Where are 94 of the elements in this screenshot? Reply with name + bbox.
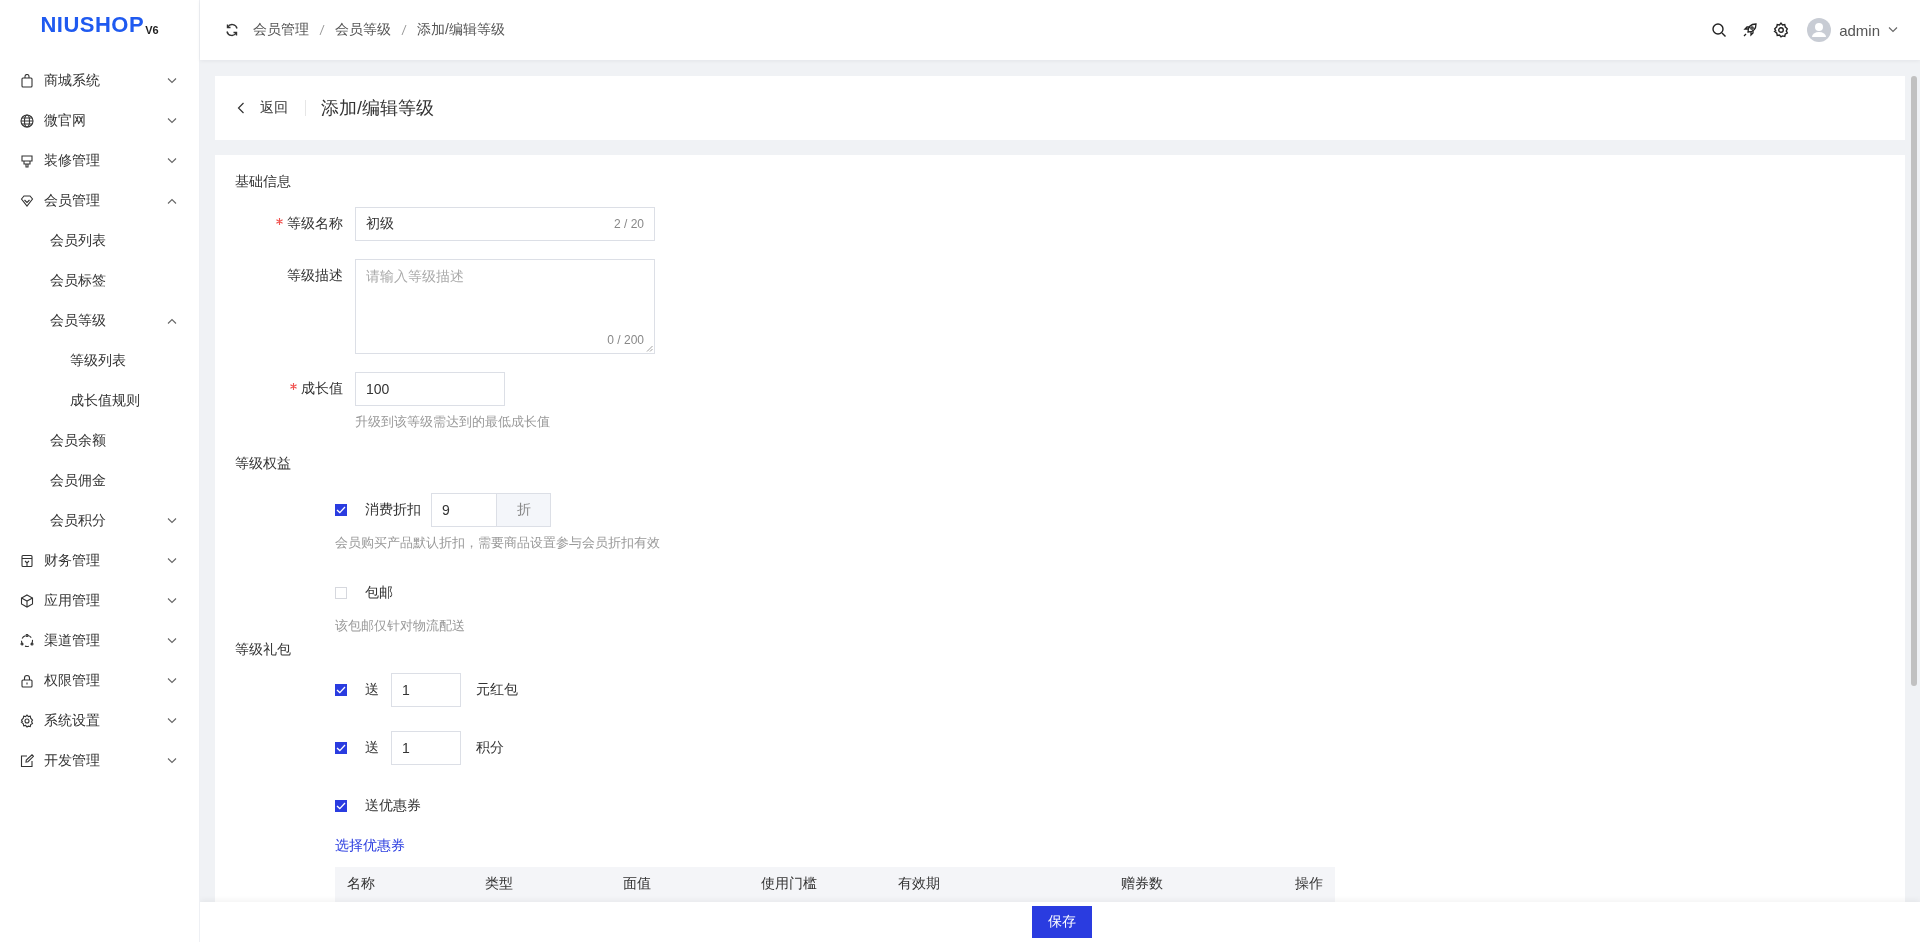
chevron-down-icon — [167, 78, 177, 84]
globe-icon — [20, 114, 34, 128]
chevron-down-icon — [1888, 27, 1898, 33]
breadcrumb-item: 添加/编辑等级 — [417, 21, 505, 39]
sidebar-item[interactable]: 会员列表 — [0, 221, 199, 261]
unit-label: 元红包 — [476, 681, 518, 699]
column-header: 使用门槛 — [761, 875, 818, 893]
input-field[interactable]: 1 — [391, 731, 461, 765]
character-counter: 0 / 200 — [607, 333, 644, 347]
back-link[interactable]: 返回 — [237, 99, 288, 117]
checkbox[interactable] — [335, 684, 347, 696]
chevron-down-icon — [167, 758, 177, 764]
column-header: 赠券数 — [1121, 875, 1164, 893]
option-label[interactable]: 消费折扣 — [365, 501, 421, 519]
column-header: 操作 — [1295, 875, 1323, 893]
refresh-icon[interactable] — [225, 23, 239, 37]
bag-icon — [20, 74, 34, 88]
settings-icon[interactable] — [1773, 22, 1790, 38]
ring-icon — [20, 634, 34, 648]
lock-icon — [20, 674, 34, 688]
sidebar-item[interactable]: 会员等级 — [0, 301, 199, 341]
version-label: V6 — [145, 25, 159, 36]
option-label[interactable]: 送优惠券 — [365, 797, 421, 815]
column-header: 类型 — [485, 875, 514, 893]
sidebar-item[interactable]: 会员余额 — [0, 421, 199, 461]
breadcrumb-separator-icon — [401, 22, 407, 38]
field-label: 等级描述 — [287, 267, 343, 283]
input-field[interactable]: 100 — [355, 372, 505, 406]
unit-label: 积分 — [476, 739, 504, 757]
cube-icon — [20, 594, 34, 608]
chevron-down-icon — [167, 118, 177, 124]
chevron-down-icon — [167, 558, 177, 564]
rocket-icon[interactable] — [1742, 22, 1759, 38]
sidebar-item[interactable]: 等级列表 — [0, 341, 199, 381]
sidebar-item[interactable]: 微官网 — [0, 101, 199, 141]
option-label[interactable]: 送 — [365, 739, 379, 757]
page-title: 添加/编辑等级 — [321, 97, 434, 120]
sidebar-item[interactable]: 会员标签 — [0, 261, 199, 301]
chevron-down-icon — [167, 158, 177, 164]
chevron-up-icon — [167, 198, 177, 204]
sidebar-item[interactable]: 权限管理 — [0, 661, 199, 701]
breadcrumb-item[interactable]: 会员等级 — [335, 21, 391, 39]
breadcrumb-separator-icon — [319, 22, 325, 38]
sidebar-item[interactable]: 成长值规则 — [0, 381, 199, 421]
sidebar-item[interactable]: 会员积分 — [0, 501, 199, 541]
sidebar-item[interactable]: 应用管理 — [0, 581, 199, 621]
text-area[interactable]: 请输入等级描述 0 / 200 — [355, 259, 655, 354]
chevron-down-icon — [167, 518, 177, 524]
sidebar-item[interactable]: 会员管理 — [0, 181, 199, 221]
user-name[interactable]: admin — [1839, 21, 1880, 39]
field-label: 等级名称 — [287, 215, 343, 231]
scrollbar[interactable] — [1911, 76, 1917, 686]
edit-icon — [20, 754, 34, 768]
column-header: 有效期 — [898, 875, 941, 893]
sidebar-item[interactable]: 系统设置 — [0, 701, 199, 741]
chevron-left-icon — [237, 102, 245, 114]
logo: NIUSHOP — [40, 14, 145, 36]
gem-icon — [20, 194, 34, 208]
chevron-down-icon — [167, 598, 177, 604]
column-header: 面值 — [623, 875, 652, 893]
sidebar-item[interactable]: 会员佣金 — [0, 461, 199, 501]
resize-handle-icon[interactable] — [646, 345, 653, 352]
section-title: 等级权益 — [235, 455, 292, 473]
save-button[interactable]: 保存 — [1031, 906, 1092, 938]
field-label: 成长值 — [301, 380, 343, 396]
chevron-up-icon — [167, 318, 177, 324]
sidebar-item[interactable]: 开发管理 — [0, 741, 199, 781]
section-title: 基础信息 — [235, 173, 292, 191]
column-header: 名称 — [347, 875, 376, 893]
checkbox[interactable] — [335, 742, 347, 754]
chevron-down-icon — [167, 718, 177, 724]
option-label[interactable]: 包邮 — [365, 584, 393, 602]
sidebar-item[interactable]: 商城系统 — [0, 61, 199, 101]
sidebar-item[interactable]: 财务管理 — [0, 541, 199, 581]
select-coupon-link[interactable]: 选择优惠券 — [335, 837, 405, 855]
unit-label: 折 — [497, 493, 551, 527]
input-field[interactable]: 初级 2 / 20 — [355, 207, 655, 241]
input-field[interactable]: 9 — [431, 493, 497, 527]
hint-text: 该包邮仅针对物流配送 — [335, 617, 466, 635]
settings-icon — [20, 714, 34, 728]
input-field[interactable]: 1 — [391, 673, 461, 707]
chevron-down-icon — [167, 638, 177, 644]
breadcrumb-item[interactable]: 会员管理 — [253, 21, 309, 39]
option-label[interactable]: 送 — [365, 681, 379, 699]
character-counter: 2 / 20 — [613, 217, 644, 231]
section-title: 等级礼包 — [235, 641, 292, 659]
hint-text: 会员购买产品默认折扣，需要商品设置参与会员折扣有效 — [335, 534, 661, 552]
hint-text: 升级到该等级需达到的最低成长值 — [355, 413, 550, 431]
checkbox[interactable] — [335, 504, 347, 516]
sidebar-item[interactable]: 装修管理 — [0, 141, 199, 181]
sidebar-item[interactable]: 渠道管理 — [0, 621, 199, 661]
chevron-down-icon — [167, 678, 177, 684]
checkbox[interactable] — [335, 800, 347, 812]
search-icon[interactable] — [1711, 22, 1728, 38]
